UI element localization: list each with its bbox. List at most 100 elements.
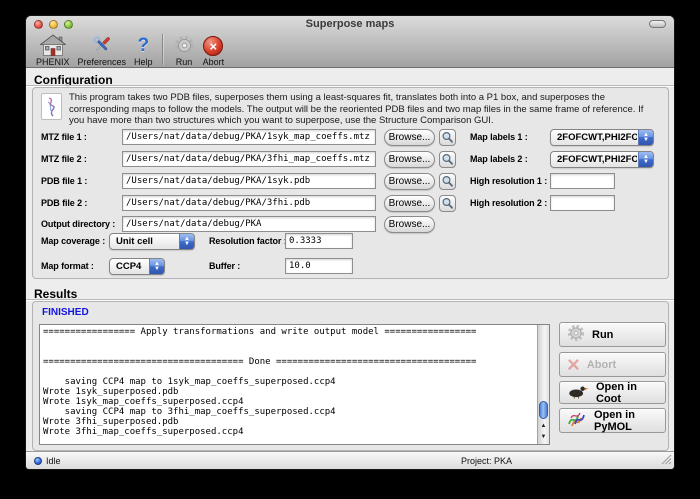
abort-icon: × xyxy=(203,33,223,56)
map-format-label: Map format : xyxy=(41,258,94,275)
status-dot-icon xyxy=(34,457,42,465)
map-labels-1-value: 2FOFCWT,PHI2FOF... xyxy=(557,130,637,145)
high-resolution-1-label: High resolution 1 : xyxy=(470,173,547,190)
pdb-file-2-inspect-button[interactable] xyxy=(439,195,456,212)
toolbar-help-label: Help xyxy=(134,57,153,67)
pdb-file-2-label: PDB file 2 : xyxy=(41,195,87,212)
abort-button-label: Abort xyxy=(587,359,616,371)
coot-bird-icon xyxy=(567,384,589,402)
map-coverage-value: Unit cell xyxy=(116,234,178,249)
results-panel: FINISHED ================= Apply transfo… xyxy=(32,301,669,451)
stepper-icon: ▲▼ xyxy=(638,152,653,167)
map-labels-1-label: Map labels 1 : xyxy=(470,129,528,146)
help-icon: ? xyxy=(138,33,150,56)
pymol-button-label: Open in PyMOL xyxy=(594,409,665,433)
pdb-file-2-input[interactable] xyxy=(122,195,376,211)
toolbar-phenix-label: PHENIX xyxy=(36,57,70,67)
results-divider xyxy=(26,299,674,300)
toolbar-preferences-button[interactable]: Preferences xyxy=(74,32,131,67)
pdb-file-1-label: PDB file 1 : xyxy=(41,173,87,190)
window-title: Superpose maps xyxy=(26,16,674,33)
run-button[interactable]: Run xyxy=(559,322,666,347)
status-text: Idle xyxy=(46,456,61,466)
toolbar-abort-button[interactable]: × Abort xyxy=(199,32,229,67)
abort-button[interactable]: × Abort xyxy=(559,352,666,377)
status-badge: FINISHED xyxy=(42,307,89,318)
output-directory-label: Output directory : xyxy=(41,216,115,233)
coot-button-label: Open in Coot xyxy=(596,381,665,405)
open-in-pymol-button[interactable]: Open in PyMOL xyxy=(559,408,666,433)
close-button[interactable] xyxy=(34,20,43,29)
map-format-popup[interactable]: CCP4 ▲▼ xyxy=(109,258,165,275)
pdb-file-2-browse-button[interactable]: Browse... xyxy=(384,195,435,212)
toolbar-phenix-button[interactable]: PHENIX xyxy=(32,32,74,67)
pdb-file-1-browse-button[interactable]: Browse... xyxy=(384,173,435,190)
magnifier-icon xyxy=(441,197,454,210)
stepper-icon: ▲▼ xyxy=(149,259,164,274)
project-label: Project: PKA xyxy=(461,456,512,466)
status-bar: Idle Project: PKA xyxy=(26,451,674,469)
resolution-factor-label: Resolution factor : xyxy=(209,233,287,250)
abort-x-icon: × xyxy=(567,356,580,374)
toolbar-toggle-button[interactable] xyxy=(649,20,666,28)
program-ribbon-icon xyxy=(41,93,62,120)
mtz-file-2-label: MTZ file 2 : xyxy=(41,151,87,168)
resolution-factor-input[interactable] xyxy=(285,233,353,249)
output-directory-input[interactable] xyxy=(122,216,376,232)
configuration-panel: This program takes two PDB files, superp… xyxy=(32,87,669,279)
toolbar-run-label: Run xyxy=(176,57,193,67)
buffer-input[interactable] xyxy=(285,258,353,274)
high-resolution-2-input[interactable] xyxy=(550,195,615,211)
traffic-lights xyxy=(34,20,73,29)
titlebar[interactable]: Superpose maps xyxy=(26,16,674,32)
console-scrollbar[interactable]: ▲ ▼ xyxy=(537,325,549,444)
magnifier-icon xyxy=(441,175,454,188)
configuration-divider xyxy=(26,85,674,86)
high-resolution-1-input[interactable] xyxy=(550,173,615,189)
mtz-file-1-browse-button[interactable]: Browse... xyxy=(384,129,435,146)
window-chrome: Superpose maps PHENIX xyxy=(26,16,674,68)
home-icon xyxy=(40,33,66,56)
gear-icon xyxy=(174,33,195,56)
scroll-down-arrow[interactable]: ▼ xyxy=(538,432,549,443)
magnifier-icon xyxy=(441,153,454,166)
map-coverage-label: Map coverage : xyxy=(41,233,105,250)
log-output[interactable]: ================= Apply transformations … xyxy=(39,324,550,445)
magnifier-icon xyxy=(441,131,454,144)
scrollbar-thumb[interactable] xyxy=(539,401,548,419)
scroll-up-arrow[interactable]: ▲ xyxy=(538,421,549,432)
zoom-button[interactable] xyxy=(64,20,73,29)
log-text: ================= Apply transformations … xyxy=(43,327,476,437)
mtz-file-1-label: MTZ file 1 : xyxy=(41,129,87,146)
gear-icon xyxy=(567,324,585,345)
minimize-button[interactable] xyxy=(49,20,58,29)
map-labels-1-popup[interactable]: 2FOFCWT,PHI2FOF... ▲▼ xyxy=(550,129,654,146)
toolbar-abort-label: Abort xyxy=(203,57,225,67)
toolbar-preferences-label: Preferences xyxy=(78,57,127,67)
pdb-file-1-input[interactable] xyxy=(122,173,376,189)
mtz-file-2-inspect-button[interactable] xyxy=(439,151,456,168)
mtz-file-1-input[interactable] xyxy=(122,129,376,145)
buffer-label: Buffer : xyxy=(209,258,240,275)
stepper-icon: ▲▼ xyxy=(638,130,653,145)
map-format-value: CCP4 xyxy=(116,259,148,274)
toolbar-separator xyxy=(162,34,163,65)
pdb-file-1-inspect-button[interactable] xyxy=(439,173,456,190)
mtz-file-2-input[interactable] xyxy=(122,151,376,167)
high-resolution-2-label: High resolution 2 : xyxy=(470,195,547,212)
toolbar-run-button[interactable]: Run xyxy=(170,32,199,67)
map-coverage-popup[interactable]: Unit cell ▲▼ xyxy=(109,233,195,250)
open-in-coot-button[interactable]: Open in Coot xyxy=(559,381,666,404)
stepper-icon: ▲▼ xyxy=(179,234,194,249)
resize-grip[interactable] xyxy=(661,454,672,467)
map-labels-2-popup[interactable]: 2FOFCWT,PHI2FOF... ▲▼ xyxy=(550,151,654,168)
pymol-ribbon-icon xyxy=(567,410,587,431)
output-directory-browse-button[interactable]: Browse... xyxy=(384,216,435,233)
mtz-file-1-inspect-button[interactable] xyxy=(439,129,456,146)
program-description: This program takes two PDB files, superp… xyxy=(69,92,649,127)
toolbar: PHENIX Preferences xyxy=(32,32,228,68)
run-button-label: Run xyxy=(592,329,613,341)
tools-icon xyxy=(90,33,114,56)
toolbar-help-button[interactable]: ? Help xyxy=(130,32,157,67)
mtz-file-2-browse-button[interactable]: Browse... xyxy=(384,151,435,168)
